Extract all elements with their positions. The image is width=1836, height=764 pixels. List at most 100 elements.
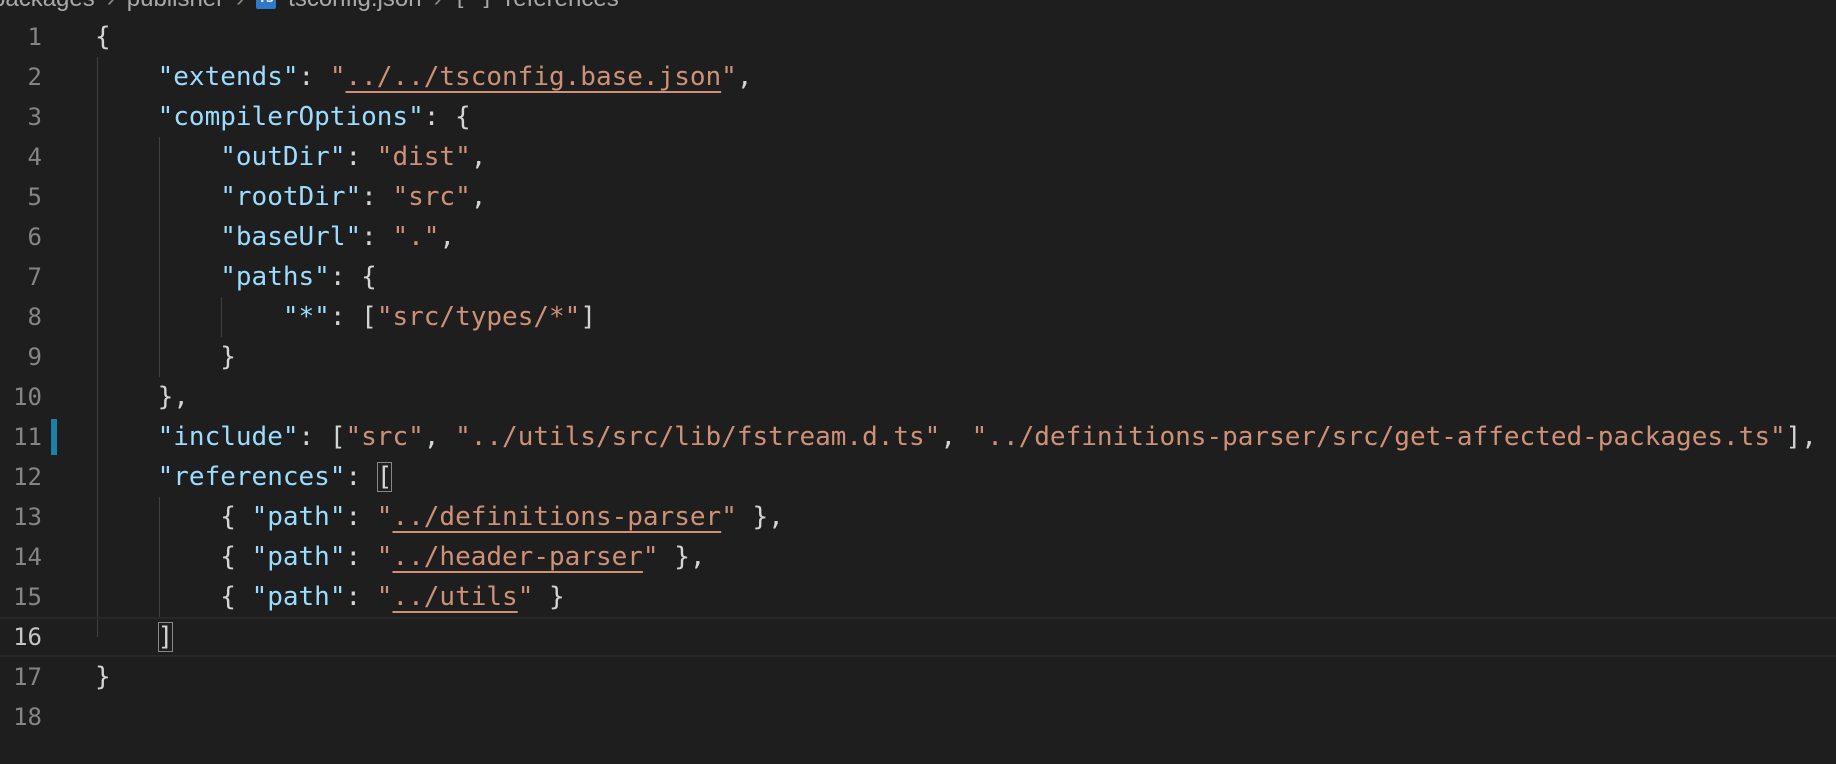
json-key: "baseUrl" [220, 222, 362, 252]
code-line-14[interactable]: { "path": "../header-parser" }, [95, 537, 1836, 577]
json-string: "dist" [376, 142, 471, 172]
json-string: "src" [392, 182, 471, 212]
code-line-18[interactable] [95, 697, 1836, 737]
line-number: 1 [27, 23, 42, 51]
breadcrumb-item-symbol[interactable]: references [505, 0, 618, 14]
line-number: 15 [13, 583, 42, 611]
line-number: 3 [27, 103, 42, 131]
json-key: "outDir" [220, 142, 346, 172]
line-number: 13 [13, 503, 42, 531]
code-line-7[interactable]: "paths": { [95, 257, 1836, 297]
line-number: 6 [27, 223, 42, 251]
code-text: "include": ["src", "../utils/src/lib/fst… [157, 422, 1817, 452]
colon: : [361, 182, 377, 212]
line-number: 10 [13, 383, 42, 411]
code-text: { "path": "../definitions-parser" }, [220, 502, 784, 532]
code-text: "compilerOptions": { [157, 102, 471, 132]
code-line-8[interactable]: "*": ["src/types/*"] [95, 297, 1836, 337]
path-link[interactable]: ../utils [392, 582, 517, 612]
code-line-5[interactable]: "rootDir": "src", [95, 177, 1836, 217]
colon: : [298, 62, 315, 92]
json-string: "../../tsconfig.base.json" [329, 62, 737, 92]
code-text: "rootDir": "src", [220, 182, 487, 212]
code-line-10[interactable]: }, [95, 377, 1836, 417]
code-line-11[interactable]: "include": ["src", "../utils/src/lib/fst… [95, 417, 1836, 457]
code-line-16-current[interactable]: ] [0, 617, 1836, 657]
line-number: 18 [13, 703, 42, 731]
code-line-3[interactable]: "compilerOptions": { [95, 97, 1836, 137]
colon: : [345, 582, 362, 612]
json-key: "references" [157, 462, 346, 492]
code-text: ] [95, 622, 174, 652]
code-editor[interactable]: packages › publisher › TS tsconfig.json … [0, 0, 1836, 764]
path-link[interactable]: ../header-parser [392, 542, 642, 572]
colon: : [345, 462, 362, 492]
code-text: "extends": "../../tsconfig.base.json", [157, 62, 753, 92]
code-text: { "path": "../utils" } [220, 582, 565, 612]
breadcrumb: packages › publisher › TS tsconfig.json … [0, 0, 619, 14]
code-line-6[interactable]: "baseUrl": ".", [95, 217, 1836, 257]
path-link[interactable]: ../definitions-parser [392, 502, 721, 532]
line-number: 9 [27, 343, 42, 371]
chevron-right-icon: › [434, 0, 442, 14]
colon: : [361, 222, 377, 252]
code-text: "*": ["src/types/*"] [282, 302, 596, 332]
path-link[interactable]: ../../tsconfig.base.json [345, 62, 721, 92]
json-key: "include" [157, 422, 299, 452]
code-line-13[interactable]: { "path": "../definitions-parser" }, [95, 497, 1836, 537]
json-key: "compilerOptions" [157, 102, 424, 132]
ts-file-icon: TS [256, 0, 277, 9]
code-text: } [220, 342, 236, 372]
code-area[interactable]: { "extends": "../../tsconfig.base.json",… [0, 17, 1836, 737]
matched-bracket: [ [376, 462, 393, 492]
code-line-12[interactable]: "references": [ [95, 457, 1836, 497]
code-line-9[interactable]: } [95, 337, 1836, 377]
json-key: "extends" [157, 62, 299, 92]
line-number: 7 [27, 263, 42, 291]
json-key: "paths" [220, 262, 330, 292]
breadcrumb-item-file[interactable]: tsconfig.json [288, 0, 421, 14]
json-key: "path" [251, 502, 346, 532]
code-line-1[interactable]: { [95, 17, 1836, 57]
line-number: 5 [27, 183, 42, 211]
colon: : [329, 262, 346, 292]
json-string: "../utils" [376, 582, 534, 612]
code-line-2[interactable]: "extends": "../../tsconfig.base.json", [95, 57, 1836, 97]
json-string: "src" [345, 422, 424, 452]
code-text: }, [157, 382, 189, 412]
line-number: 8 [27, 303, 42, 331]
code-line-4[interactable]: "outDir": "dist", [95, 137, 1836, 177]
colon: : [423, 102, 440, 132]
colon: : [345, 142, 362, 172]
colon: : [345, 542, 362, 572]
json-key: "path" [251, 582, 346, 612]
array-brackets-icon: [ ] [454, 0, 494, 14]
colon: : [298, 422, 315, 452]
modified-line-marker[interactable] [51, 419, 57, 455]
json-string: "../utils/src/lib/fstream.d.ts" [455, 422, 941, 452]
code-line-15[interactable]: { "path": "../utils" } [95, 577, 1836, 617]
line-number: 4 [27, 143, 42, 171]
json-string: "../definitions-parser" [376, 502, 737, 532]
matched-bracket: ] [157, 622, 174, 652]
line-number: 14 [13, 543, 42, 571]
code-text: "references": [ [95, 462, 393, 492]
code-text: "baseUrl": ".", [220, 222, 456, 252]
json-string: "../header-parser" [376, 542, 659, 572]
code-line-17[interactable]: } [95, 657, 1836, 697]
colon: : [345, 502, 362, 532]
code-text: { "path": "../header-parser" }, [220, 542, 706, 572]
code-text: "paths": { [220, 262, 377, 292]
breadcrumb-item-packages[interactable]: packages [0, 0, 95, 14]
line-number: 17 [13, 663, 42, 691]
colon: : [329, 302, 346, 332]
json-key: "*" [282, 302, 330, 332]
code-text: } [95, 662, 111, 692]
breadcrumb-item-publisher[interactable]: publisher [127, 0, 224, 14]
open-brace: { [95, 22, 111, 52]
line-number: 2 [27, 63, 42, 91]
chevron-right-icon: › [107, 0, 115, 14]
json-string: "src/types/*" [376, 302, 581, 332]
json-string: "../definitions-parser/src/get-affected-… [971, 422, 1786, 452]
line-number: 12 [13, 463, 42, 491]
